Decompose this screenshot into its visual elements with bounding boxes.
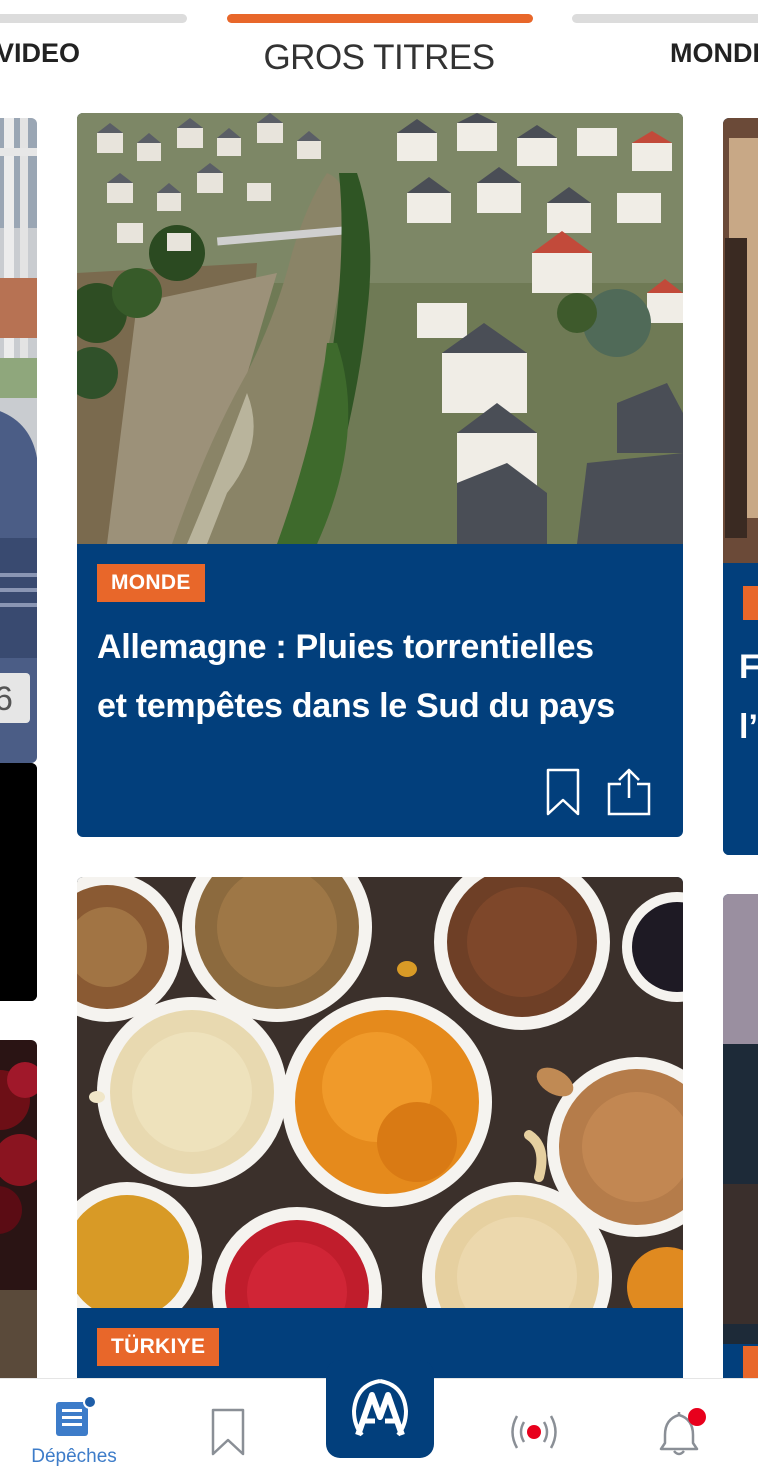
next-card[interactable]: F l’ <box>723 118 758 855</box>
section-tabs: VIDEO GROS TITRES MONDE <box>0 0 758 100</box>
app-screen: VIDEO GROS TITRES MONDE 6 <box>0 0 758 1484</box>
aa-logo-icon <box>351 1379 409 1437</box>
nav-home-aa-logo[interactable] <box>326 1360 434 1458</box>
tab-monde[interactable]: MONDE <box>670 38 758 69</box>
nav-depeches-label: Dépêches <box>31 1446 117 1467</box>
share-icon[interactable] <box>605 768 653 816</box>
previous-card-body[interactable] <box>0 763 37 1001</box>
next-card-2[interactable] <box>723 894 758 1394</box>
svg-text:F: F <box>739 648 758 686</box>
nav-live[interactable] <box>486 1379 582 1484</box>
article-image[interactable] <box>77 113 683 544</box>
tab-monde-indicator <box>572 14 758 23</box>
article-body: MONDE Allemagne : Pluies torrentielles e… <box>77 544 683 837</box>
svg-text:6: 6 <box>0 680 13 718</box>
article-actions <box>539 768 653 816</box>
svg-text:l’: l’ <box>739 708 758 746</box>
article-card[interactable]: TÜRKIYE <box>77 877 683 1437</box>
nav-depeches[interactable]: Dépêches <box>22 1379 126 1484</box>
headline-line-2: et tempêtes dans le Sud du pays <box>97 687 615 725</box>
bookmark-icon <box>211 1408 245 1456</box>
previous-card-image[interactable]: 6 <box>0 118 37 763</box>
previous-card-2-image[interactable] <box>0 1040 37 1390</box>
article-image[interactable] <box>77 877 683 1308</box>
tab-gros-titres[interactable]: GROS TITRES <box>0 38 758 78</box>
article-card[interactable]: MONDE Allemagne : Pluies torrentielles e… <box>77 113 683 837</box>
category-badge[interactable]: MONDE <box>97 564 205 602</box>
category-badge[interactable]: TÜRKIYE <box>97 1328 220 1366</box>
article-headline[interactable]: Allemagne : Pluies torrentielles et temp… <box>97 618 665 736</box>
nav-notifications[interactable] <box>634 1379 730 1484</box>
live-broadcast-icon <box>511 1415 557 1449</box>
bell-icon <box>659 1408 706 1456</box>
tab-video-indicator <box>0 14 187 23</box>
nav-bookmarks[interactable] <box>180 1379 276 1484</box>
headline-line-1: Allemagne : Pluies torrentielles <box>97 628 594 666</box>
news-list-icon <box>56 1396 96 1436</box>
bookmark-icon[interactable] <box>539 768 587 816</box>
tab-gros-titres-indicator <box>227 14 533 23</box>
